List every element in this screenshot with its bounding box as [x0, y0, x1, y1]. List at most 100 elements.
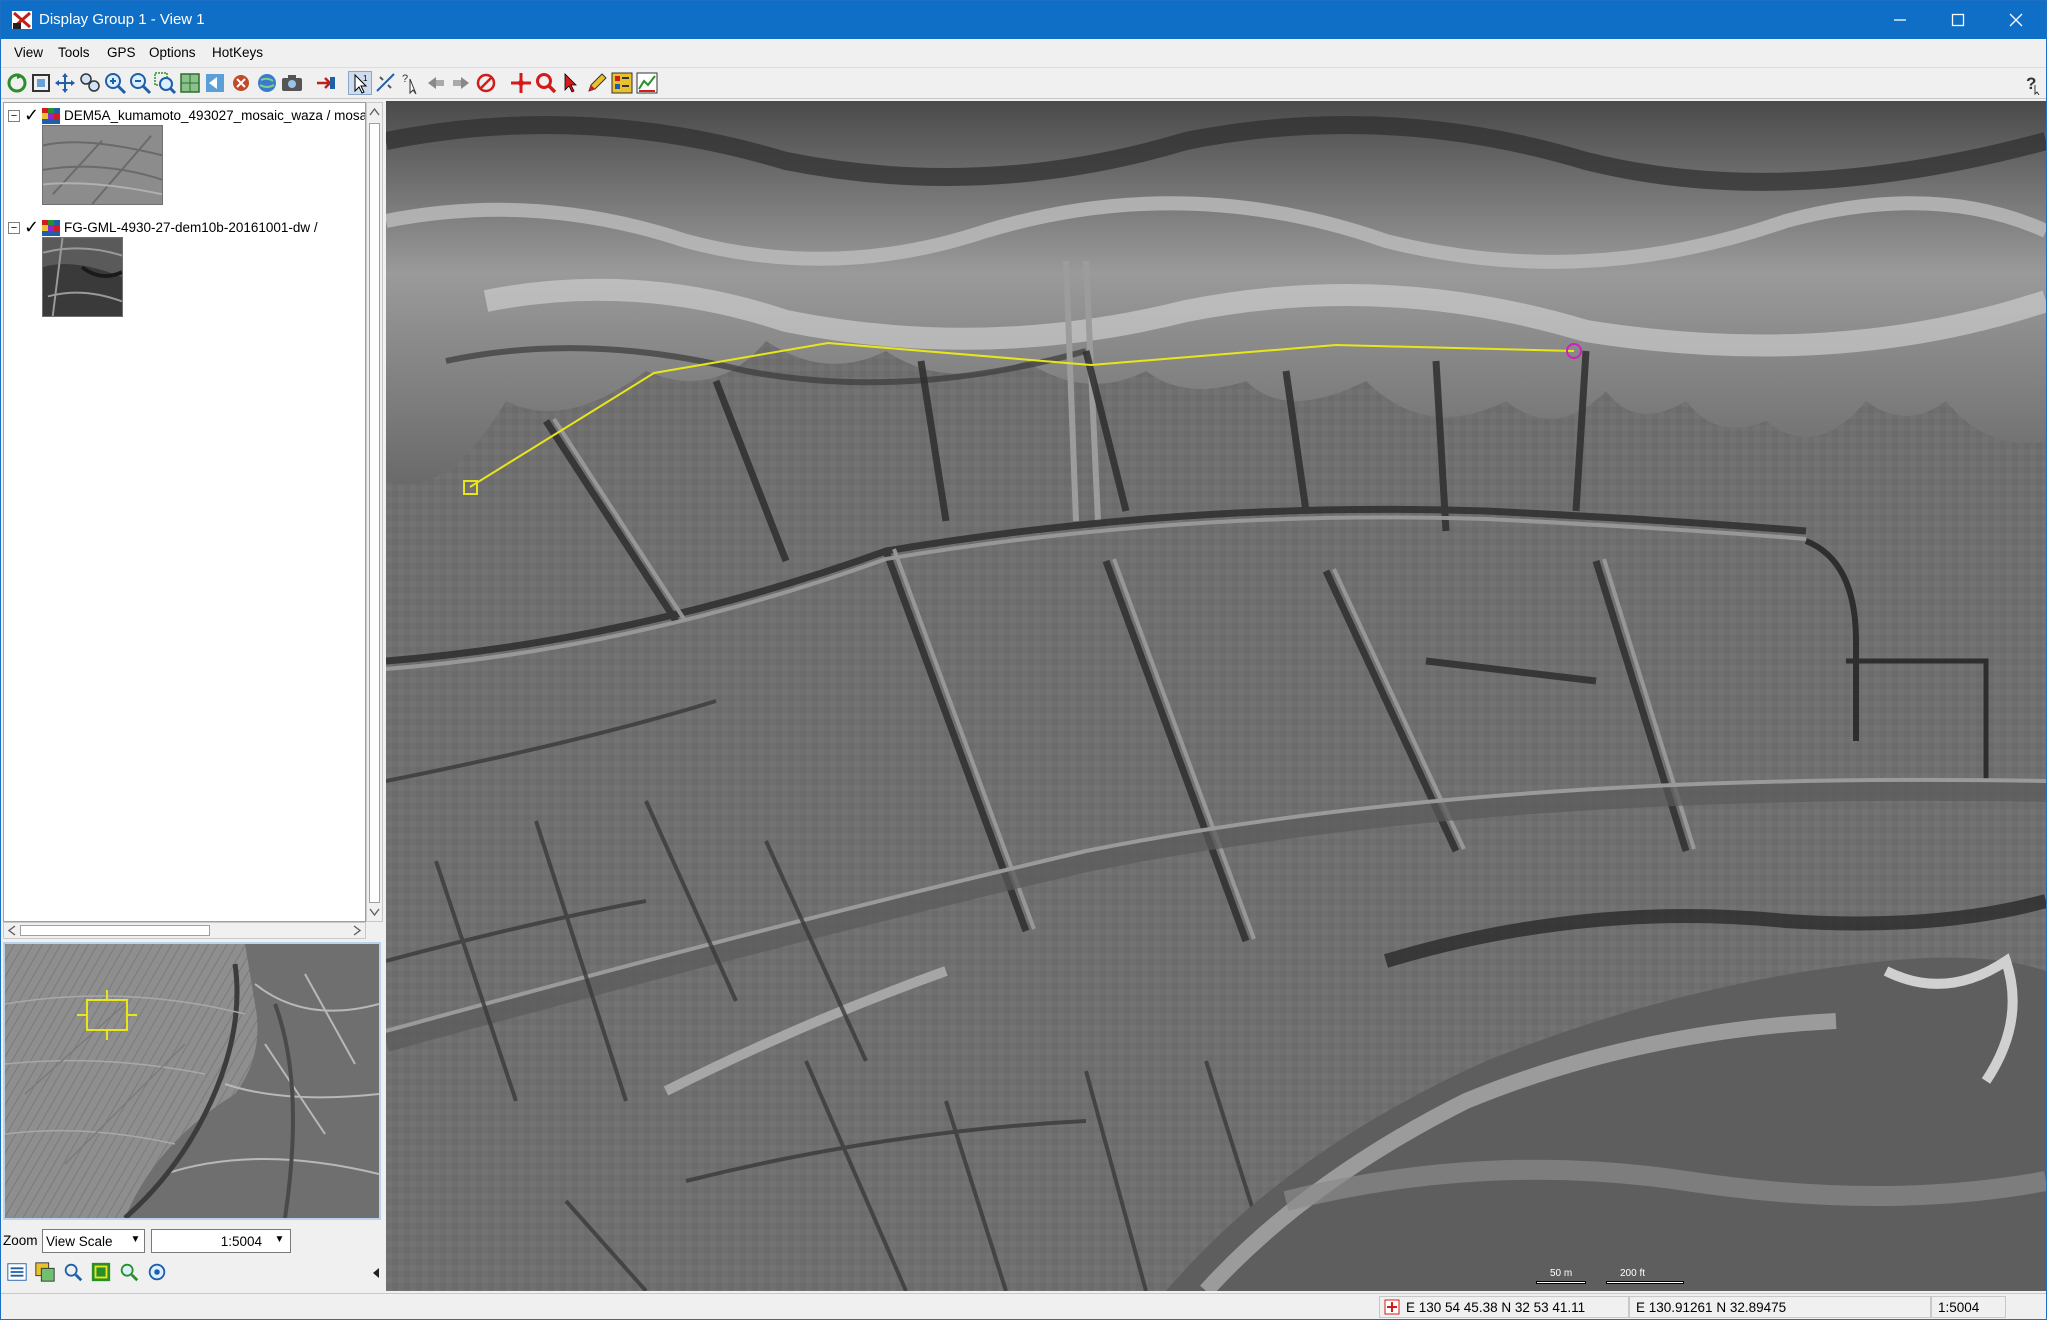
- zoom-controls: Zoom View Scale ▼ 1:5004 ▼: [3, 1228, 383, 1254]
- zoom-mode-dropdown-button[interactable]: ▼: [127, 1229, 144, 1251]
- measure-button[interactable]: [374, 71, 398, 95]
- help-button[interactable]: ?: [2021, 71, 2045, 96]
- window-title: Display Group 1 - View 1: [39, 11, 205, 28]
- raster-layer-icon: [42, 220, 60, 236]
- zoom-to-layer-icon: [120, 1263, 139, 1282]
- cancel-button[interactable]: [474, 71, 498, 95]
- close-icon: [2009, 13, 2023, 27]
- help-pointer-icon: ?: [402, 73, 417, 95]
- pencil-button[interactable]: [585, 71, 609, 95]
- menu-tools[interactable]: Tools: [58, 45, 90, 60]
- zoom-out-icon: [130, 73, 152, 95]
- zoom-previous-icon: [206, 74, 224, 92]
- camera-button[interactable]: [280, 71, 304, 95]
- decimal-coords-text: E 130.91261 N 32.89475: [1636, 1300, 1787, 1315]
- pointer-button[interactable]: [560, 71, 584, 95]
- overview-map[interactable]: [3, 942, 381, 1220]
- layer-panel: − ✓ DEM5A_kumamoto_493027_mosaic_waza / …: [3, 102, 383, 1289]
- pan-button[interactable]: [53, 71, 77, 95]
- hillshade-raster: [386, 101, 2046, 1291]
- scroll-down-icon[interactable]: [367, 905, 382, 919]
- magnify-button[interactable]: [534, 71, 558, 95]
- layer-stack-icon: [35, 1262, 55, 1282]
- chart-button[interactable]: [635, 71, 659, 95]
- find-button[interactable]: [62, 1261, 86, 1285]
- zoom-extents-button[interactable]: [178, 71, 202, 95]
- zoom-box-button[interactable]: [153, 71, 177, 95]
- globe-button[interactable]: [255, 71, 279, 95]
- vertical-scroll-thumb[interactable]: [369, 123, 380, 903]
- menu-gps[interactable]: GPS: [107, 45, 136, 60]
- layer-stack-button[interactable]: [34, 1261, 58, 1285]
- zoom-mode-value: View Scale: [46, 1234, 113, 1249]
- redraw-button[interactable]: [5, 71, 29, 95]
- chart-icon: [636, 72, 658, 94]
- select-mode-button[interactable]: 1: [348, 71, 372, 95]
- minimize-button[interactable]: [1871, 1, 1929, 39]
- layer-tools-bar: [3, 1259, 383, 1287]
- horizontal-scroll-thumb[interactable]: [20, 925, 210, 936]
- map-view[interactable]: 50 m 200 ft: [386, 101, 2046, 1291]
- zoom-previous-button[interactable]: [203, 71, 227, 95]
- back-button[interactable]: [424, 71, 448, 95]
- zoom-group-button[interactable]: [78, 71, 102, 95]
- locate-button[interactable]: [146, 1261, 170, 1285]
- collapse-icon[interactable]: −: [8, 110, 20, 122]
- full-view-button[interactable]: [29, 71, 53, 95]
- collapse-icon[interactable]: −: [8, 222, 20, 234]
- status-dms-coords: E 130 54 45.38 N 32 53 41.11: [1379, 1296, 1629, 1318]
- gps-marker-icon: [1384, 1299, 1400, 1315]
- scale-bar-metric-label: 50 m: [1550, 1268, 1573, 1279]
- help-pointer-button[interactable]: ?: [399, 71, 423, 95]
- zoom-scale-input[interactable]: 1:5004: [151, 1229, 291, 1253]
- crosshair-icon: [511, 73, 531, 93]
- layer-tree[interactable]: − ✓ DEM5A_kumamoto_493027_mosaic_waza / …: [3, 102, 366, 922]
- chevron-down-icon: ▼: [130, 1234, 141, 1245]
- zoom-to-layer-button[interactable]: [118, 1261, 142, 1285]
- scroll-up-icon[interactable]: [367, 105, 382, 119]
- legend-button[interactable]: [610, 71, 634, 95]
- menu-view[interactable]: View: [14, 45, 43, 60]
- visibility-check-icon[interactable]: ✓: [24, 217, 39, 238]
- visibility-check-icon[interactable]: ✓: [24, 105, 39, 126]
- zoom-label: Zoom: [3, 1233, 38, 1248]
- chevron-down-icon: ▼: [274, 1234, 285, 1245]
- layer-name: FG-GML-4930-27-dem10b-20161001-dw /: [64, 220, 318, 235]
- find-icon: [64, 1263, 83, 1282]
- locate-icon: [148, 1263, 166, 1281]
- svg-text:1: 1: [363, 74, 368, 83]
- crosshair-button[interactable]: [509, 71, 533, 95]
- forward-button[interactable]: [449, 71, 473, 95]
- camera-icon: [282, 75, 302, 91]
- overview-map-button[interactable]: [90, 1261, 114, 1285]
- zoom-next-icon: [233, 75, 249, 91]
- title-bar[interactable]: Display Group 1 - View 1: [1, 1, 2046, 39]
- measure-icon: [376, 73, 395, 92]
- layer-tree-vertical-scrollbar[interactable]: [366, 102, 383, 922]
- minimize-icon: [1894, 19, 1906, 21]
- layer-controls-button[interactable]: [313, 71, 337, 95]
- zoom-scale-dropdown-button[interactable]: ▼: [271, 1229, 288, 1251]
- legend-list-button[interactable]: [6, 1261, 30, 1285]
- app-logo-icon: [12, 11, 32, 29]
- application-window: Display Group 1 - View 1 View Tools GPS …: [0, 0, 2047, 1320]
- zoom-in-button[interactable]: [103, 71, 127, 95]
- overview-map-icon: [91, 1262, 111, 1282]
- menu-options[interactable]: Options: [149, 45, 196, 60]
- legend-list-icon: [7, 1263, 27, 1281]
- maximize-button[interactable]: [1929, 1, 1987, 39]
- scroll-left-icon[interactable]: [5, 923, 19, 938]
- zoom-out-button[interactable]: [128, 71, 152, 95]
- layer-thumbnail: [42, 125, 163, 205]
- globe-icon: [258, 74, 276, 92]
- select-mode-icon: 1: [354, 73, 368, 94]
- scale-text: 1:5004: [1938, 1300, 1980, 1315]
- collapse-panel-icon[interactable]: [371, 1267, 381, 1279]
- scroll-right-icon[interactable]: [350, 923, 364, 938]
- zoom-next-button[interactable]: [229, 71, 253, 95]
- zoom-scale-value: 1:5004: [220, 1234, 262, 1249]
- menu-hotkeys[interactable]: HotKeys: [212, 45, 263, 60]
- layer-tree-horizontal-scrollbar[interactable]: [3, 922, 366, 939]
- pan-icon: [55, 73, 75, 93]
- close-button[interactable]: [1987, 1, 2045, 39]
